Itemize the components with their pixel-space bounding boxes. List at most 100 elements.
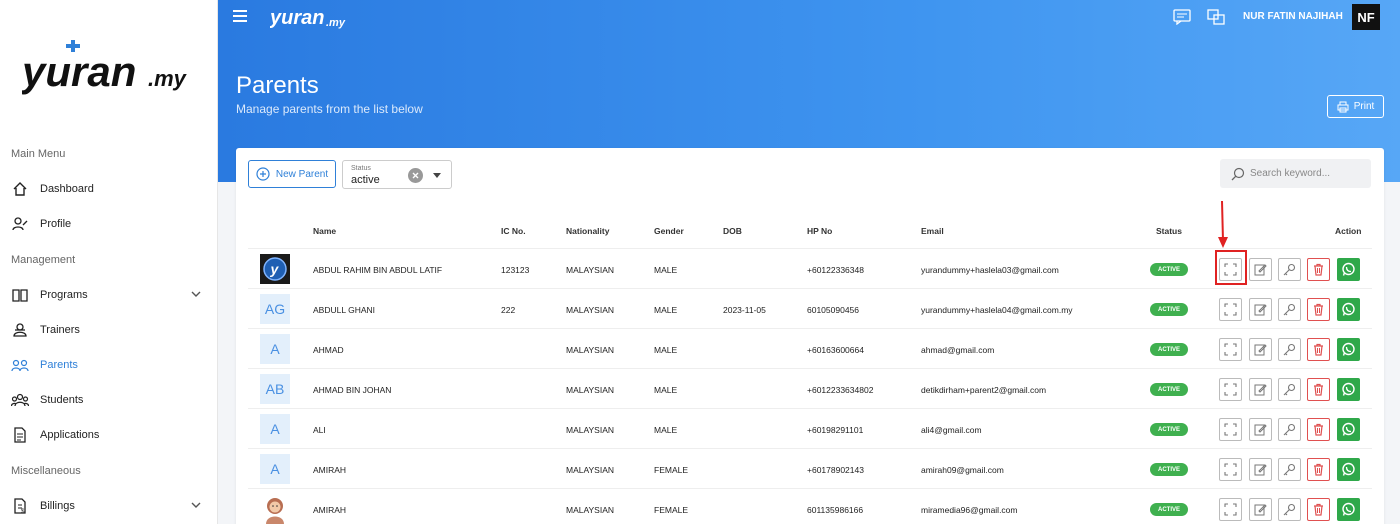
chat-icon[interactable] (1173, 9, 1191, 25)
delete-button[interactable] (1307, 258, 1330, 281)
header-logo[interactable]: yuran .my (269, 4, 350, 37)
edit-button[interactable] (1249, 298, 1272, 321)
expand-button[interactable] (1219, 378, 1242, 401)
sidebar-item-label: Applications (40, 429, 100, 441)
edit-button[interactable] (1249, 458, 1272, 481)
key-icon (1283, 343, 1296, 356)
cell-email: miramedia96@gmail.com (921, 505, 1018, 515)
table-row[interactable]: A AHMAD MALAYSIAN MALE +60163600664 ahmad@gma… (248, 328, 1372, 368)
expand-button[interactable] (1219, 298, 1242, 321)
user-avatar[interactable]: NF (1352, 4, 1380, 30)
column-header-dob[interactable]: DOB (723, 226, 742, 236)
status-badge: ACTIVE (1150, 463, 1188, 476)
whatsapp-button[interactable] (1337, 298, 1360, 321)
reset-password-button[interactable] (1278, 378, 1301, 401)
new-parent-button[interactable]: New Parent (248, 160, 336, 188)
home-icon (10, 180, 30, 198)
column-header-gender[interactable]: Gender (654, 226, 684, 236)
sidebar-item-dashboard[interactable]: Dashboard (10, 176, 208, 202)
sidebar-item-parents[interactable]: Parents (10, 352, 208, 378)
reset-password-button[interactable] (1278, 258, 1301, 281)
column-header-name[interactable]: Name (313, 226, 336, 236)
edit-button[interactable] (1249, 418, 1272, 441)
svg-text:yuran: yuran (270, 7, 324, 29)
cell-gender: MALE (654, 385, 678, 395)
edit-icon (1254, 463, 1267, 476)
whatsapp-button[interactable] (1337, 418, 1360, 441)
reset-password-button[interactable] (1278, 298, 1301, 321)
reset-password-button[interactable] (1278, 458, 1301, 481)
sidebar: yuran .my Main Menu Dashboard Profile Ma… (0, 0, 218, 524)
whatsapp-button[interactable] (1337, 498, 1360, 521)
edit-button[interactable] (1249, 498, 1272, 521)
avatar-initials: A (270, 461, 280, 477)
cell-nationality: MALAYSIAN (566, 505, 615, 515)
delete-button[interactable] (1307, 498, 1330, 521)
sidebar-item-programs[interactable]: Programs (10, 282, 208, 308)
column-header-email[interactable]: Email (921, 226, 944, 236)
hamburger-menu-icon[interactable] (233, 10, 247, 22)
expand-button[interactable] (1219, 458, 1242, 481)
sidebar-item-label: Trainers (40, 324, 80, 336)
delete-button[interactable] (1307, 378, 1330, 401)
key-icon (1283, 423, 1296, 436)
cell-email: amirah09@gmail.com (921, 465, 1004, 475)
switch-account-icon[interactable] (1207, 9, 1225, 25)
column-header-hp[interactable]: HP No (807, 226, 832, 236)
sidebar-item-trainers[interactable]: Trainers (10, 317, 208, 343)
delete-button[interactable] (1307, 298, 1330, 321)
edit-button[interactable] (1249, 378, 1272, 401)
reset-password-button[interactable] (1278, 418, 1301, 441)
sidebar-item-profile[interactable]: Profile (10, 211, 208, 237)
page-subtitle: Manage parents from the list below (236, 102, 423, 116)
cell-gender: FEMALE (654, 505, 689, 515)
table-row[interactable]: AG ABDULL GHANI 222 MALAYSIAN MALE 2023-11-05… (248, 288, 1372, 328)
svg-text:yuran: yuran (22, 48, 136, 95)
parent-avatar: AG (260, 294, 290, 324)
cell-name: AMIRAH (313, 505, 347, 515)
cell-nationality: MALAYSIAN (566, 465, 615, 475)
print-button[interactable]: Print (1327, 95, 1384, 118)
expand-button[interactable] (1219, 338, 1242, 361)
table-row[interactable]: A ALI MALAYSIAN MALE +60198291101 ali4@gmail.… (248, 408, 1372, 448)
reset-password-button[interactable] (1278, 338, 1301, 361)
search-input[interactable] (1250, 164, 1365, 182)
reset-password-button[interactable] (1278, 498, 1301, 521)
expand-button[interactable] (1219, 498, 1242, 521)
table-row[interactable]: y ABDUL RAHIM BIN ABDUL LATIF 123123 MALAYS… (248, 248, 1372, 288)
expand-button[interactable] (1219, 418, 1242, 441)
sidebar-item-applications[interactable]: Applications (10, 422, 208, 448)
whatsapp-button[interactable] (1337, 258, 1360, 281)
whatsapp-button[interactable] (1337, 338, 1360, 361)
whatsapp-button[interactable] (1337, 378, 1360, 401)
delete-button[interactable] (1307, 338, 1330, 361)
cell-gender: MALE (654, 425, 678, 435)
delete-button[interactable] (1307, 418, 1330, 441)
sidebar-item-label: Dashboard (40, 183, 94, 195)
table-row[interactable]: AB AHMAD BIN JOHAN MALAYSIAN MALE +601223363… (248, 368, 1372, 408)
cell-email: yurandummy+haslela03@gmail.com (921, 265, 1059, 275)
column-header-ic[interactable]: IC No. (501, 226, 526, 236)
sidebar-item-label: Profile (40, 218, 72, 230)
table-row[interactable]: AMIRAH MALAYSIAN FEMALE 601135986166 miramed… (248, 488, 1372, 524)
status-badge: ACTIVE (1150, 423, 1188, 436)
status-filter-select[interactable]: Status active (342, 160, 452, 189)
whatsapp-icon (1341, 382, 1356, 397)
brand-logo[interactable]: yuran .my (22, 38, 202, 98)
sidebar-item-students[interactable]: Students (10, 387, 208, 413)
edit-button[interactable] (1249, 338, 1272, 361)
cell-hp: +60163600664 (807, 345, 864, 355)
column-header-nationality[interactable]: Nationality (566, 226, 609, 236)
user-name[interactable]: NUR FATIN NAJIHAH (1243, 11, 1343, 22)
clear-icon[interactable] (408, 168, 423, 183)
whatsapp-button[interactable] (1337, 458, 1360, 481)
edit-icon (1254, 423, 1267, 436)
table-row[interactable]: A AMIRAH MALAYSIAN FEMALE +60178902143 amirah… (248, 448, 1372, 488)
status-badge: ACTIVE (1150, 383, 1188, 396)
column-header-status[interactable]: Status (1156, 226, 1182, 236)
column-header-action: Action (1335, 226, 1362, 236)
sidebar-item-billings[interactable]: $ Billings (10, 493, 208, 519)
edit-button[interactable] (1249, 258, 1272, 281)
caret-down-icon[interactable] (433, 173, 441, 179)
delete-button[interactable] (1307, 458, 1330, 481)
